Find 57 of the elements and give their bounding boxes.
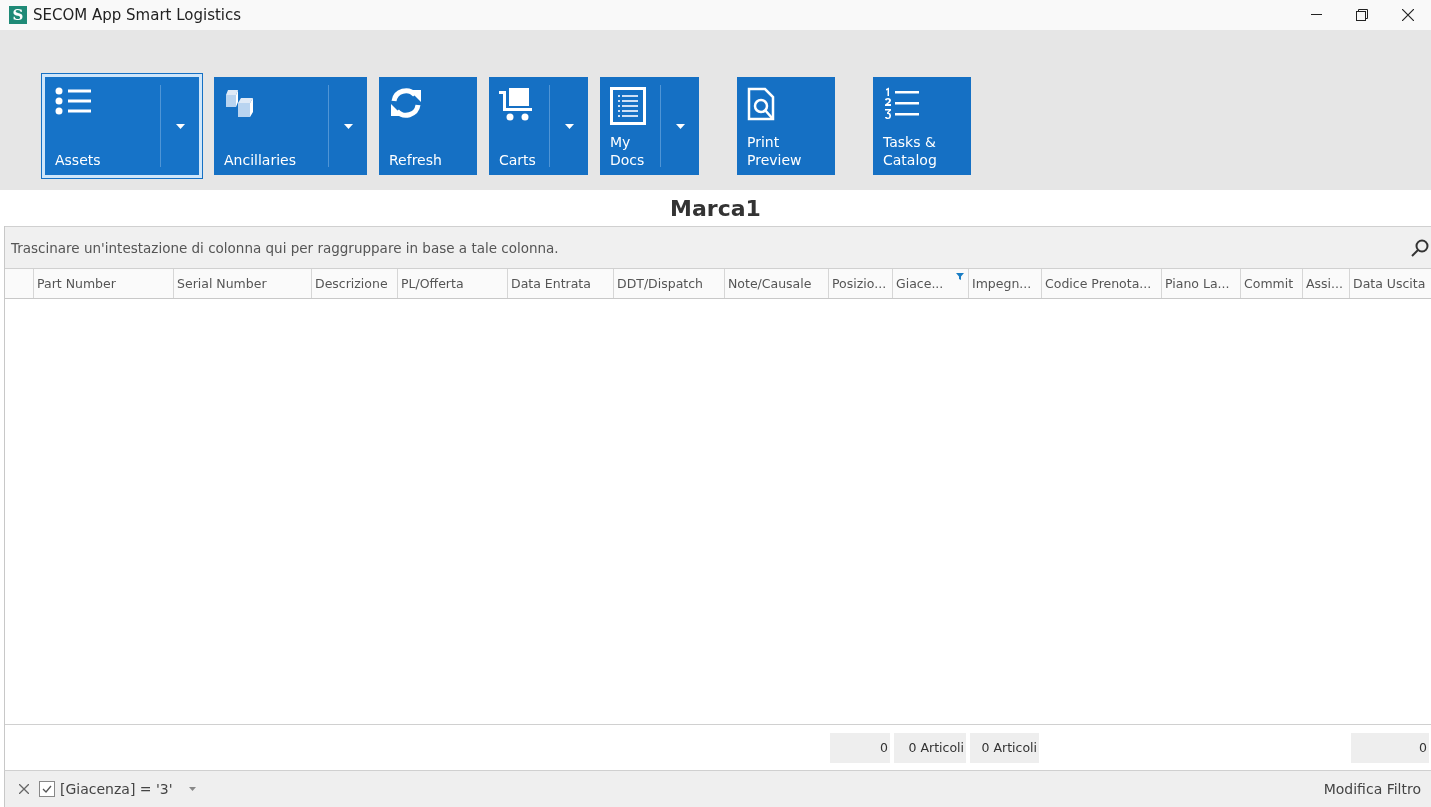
summary-cell: 0 <box>1351 732 1429 763</box>
button-label: Carts <box>499 151 537 169</box>
button-label: Assets <box>55 151 102 169</box>
toolbar-button[interactable]: Print Preview <box>737 77 835 175</box>
column-header[interactable]: Serial Number <box>174 269 312 298</box>
toolbar-button[interactable]: My Docs <box>600 77 699 175</box>
dropdown-caret-icon[interactable] <box>564 123 574 129</box>
column-header[interactable]: Commit <box>1241 269 1303 298</box>
column-header[interactable]: Part Number <box>34 269 174 298</box>
document-list-icon <box>610 87 646 125</box>
numbered-list-icon <box>883 87 921 121</box>
summary-cell: 0 <box>830 732 890 763</box>
filter-icon[interactable] <box>956 273 964 280</box>
dropdown-caret-icon[interactable] <box>188 787 196 791</box>
toolbar-button[interactable]: Assets <box>42 74 202 178</box>
toolbar-button[interactable]: Refresh <box>379 77 477 175</box>
button-label: Tasks & Catalog <box>883 133 938 169</box>
grid-title: Marca1 <box>670 195 761 221</box>
button-label: Refresh <box>389 151 443 169</box>
search-icon[interactable] <box>1411 238 1429 257</box>
button-label: My Docs <box>610 133 646 169</box>
column-header[interactable]: Assi... <box>1303 269 1350 298</box>
dropdown-caret-icon[interactable] <box>175 123 185 129</box>
app-logo: S <box>9 6 27 24</box>
column-header[interactable]: Impegn... <box>969 269 1042 298</box>
group-panel-hint: Trascinare un'intestazione di colonna qui per raggruppare in base a tale colonna. <box>11 239 560 256</box>
column-header[interactable]: Data Uscita <box>1350 269 1431 298</box>
column-header[interactable]: Note/Causale <box>725 269 829 298</box>
summary-cell: 0 Articoli <box>894 732 966 763</box>
toolbar-button[interactable]: Tasks & Catalog <box>873 77 971 175</box>
bulleted-list-icon <box>55 87 93 117</box>
restore-icon[interactable] <box>1356 9 1368 21</box>
toolbar-button[interactable]: Carts <box>489 77 588 175</box>
minimize-icon[interactable] <box>1310 14 1322 16</box>
clear-filter-icon[interactable] <box>19 784 29 794</box>
toolbar-button[interactable]: Ancillaries <box>214 77 367 175</box>
button-label: Print Preview <box>747 133 803 169</box>
button-label: Ancillaries <box>224 151 297 169</box>
dropdown-caret-icon[interactable] <box>675 123 685 129</box>
filter-checkbox[interactable] <box>39 781 55 797</box>
refresh-icon <box>389 87 423 119</box>
column-header[interactable]: Posizio... <box>829 269 893 298</box>
column-header[interactable]: Descrizione <box>312 269 398 298</box>
cart-icon <box>499 87 533 121</box>
close-icon[interactable] <box>1402 9 1414 21</box>
column-header[interactable]: DDT/Dispatch <box>614 269 725 298</box>
column-header[interactable]: Data Entrata <box>508 269 614 298</box>
summary-cell: 0 Articoli <box>970 732 1039 763</box>
edit-filter-link[interactable]: Modifica Filtro <box>1323 781 1421 797</box>
checkmark-icon <box>42 785 52 793</box>
column-header[interactable]: PL/Offerta <box>398 269 508 298</box>
column-header[interactable]: Giace... <box>893 269 969 298</box>
column-header[interactable]: Codice Prenota... <box>1042 269 1162 298</box>
column-header[interactable]: Piano La... <box>1162 269 1241 298</box>
window-title: SECOM App Smart Logistics <box>33 6 243 24</box>
filter-expression: [Giacenza] = '3' <box>60 781 173 797</box>
dropdown-caret-icon[interactable] <box>343 123 353 129</box>
